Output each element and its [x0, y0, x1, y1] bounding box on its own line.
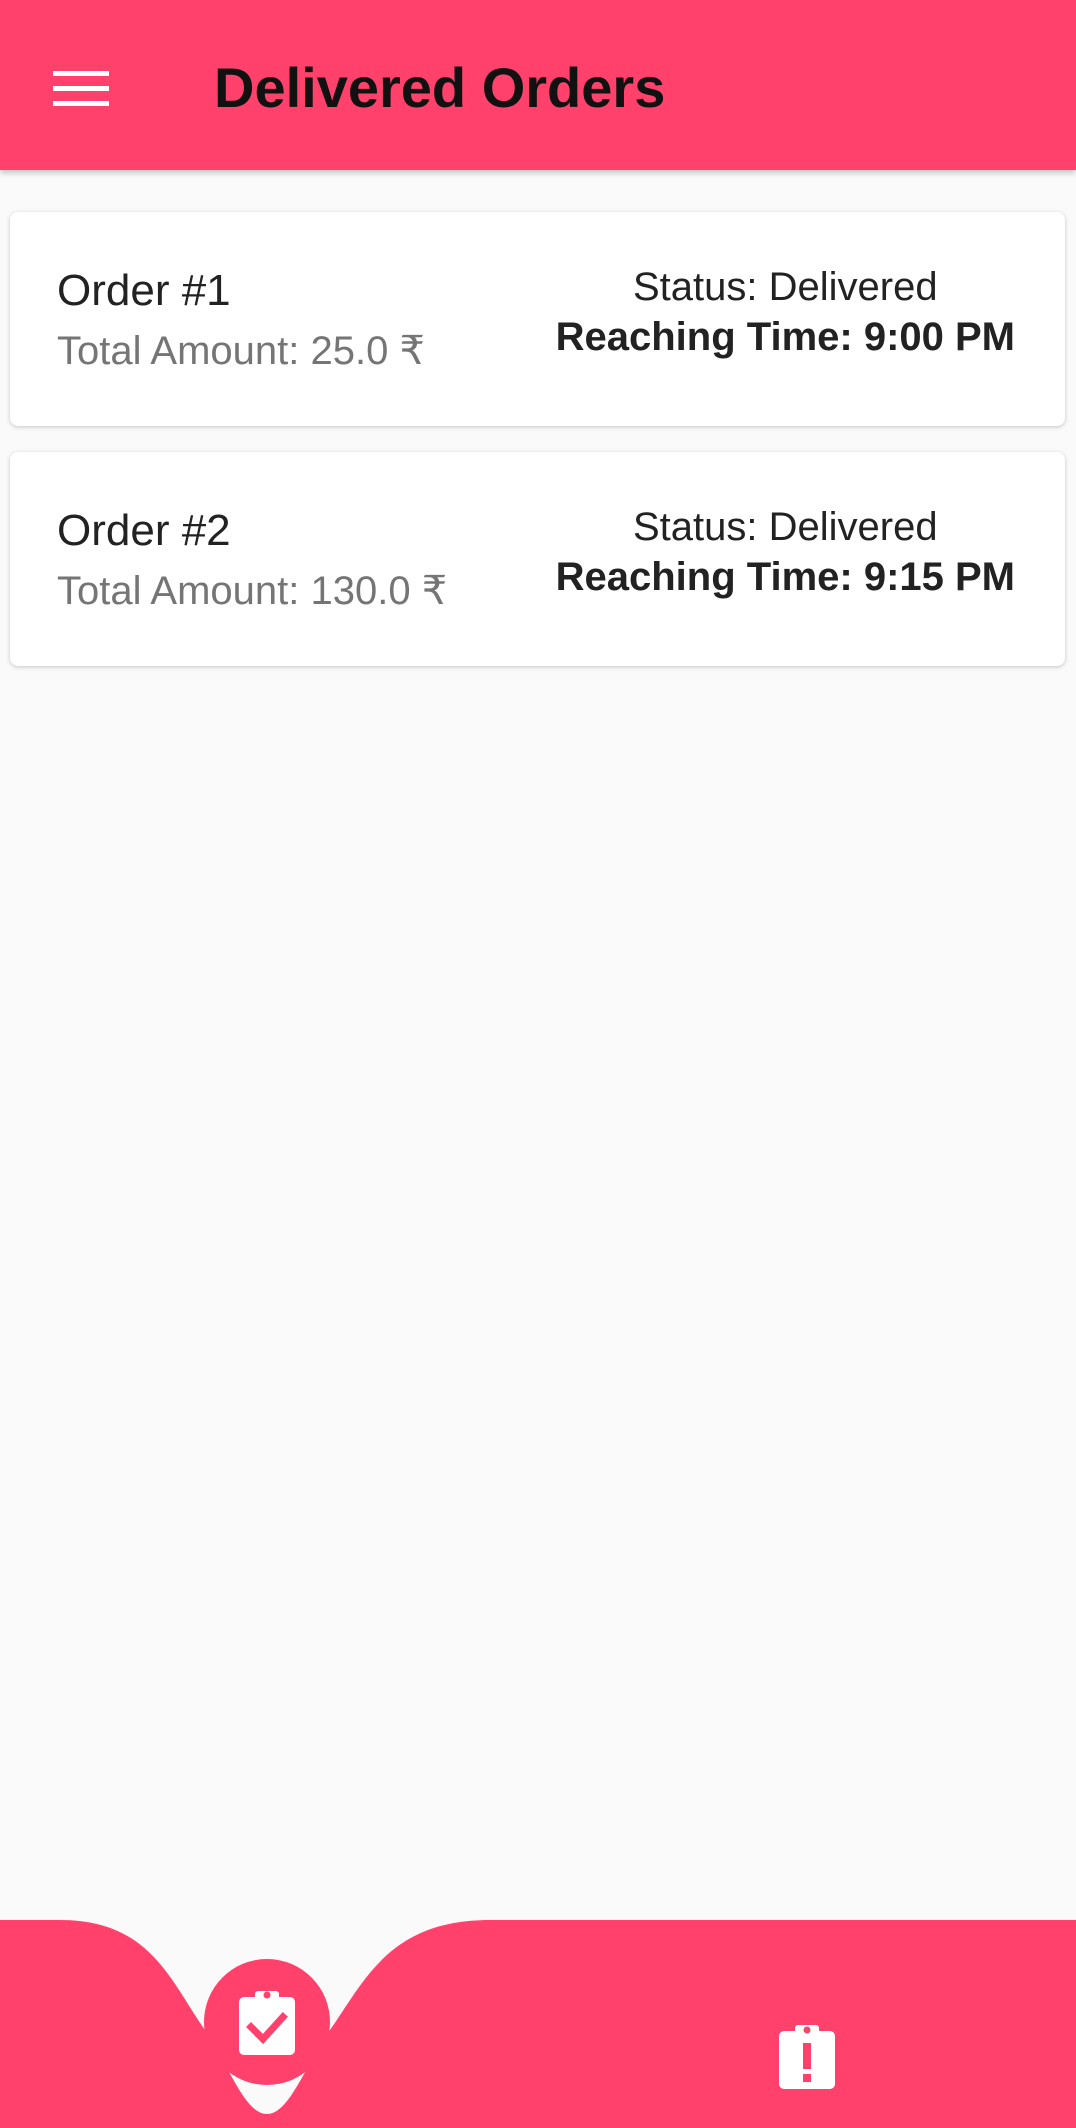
menu-button[interactable] — [36, 44, 126, 134]
order-card[interactable]: Order #2 Total Amount: 130.0 ₹ Status: D… — [10, 452, 1065, 666]
order-summary: Order #2 Total Amount: 130.0 ₹ — [57, 502, 447, 620]
clipboard-check-icon — [239, 1991, 295, 2055]
order-total-amount: Total Amount: 130.0 ₹ — [57, 569, 448, 613]
order-status-block: Status: Delivered Reaching Time: 9:15 PM — [556, 502, 1015, 602]
app-bar: Delivered Orders — [0, 0, 1076, 170]
bottom-navigation-bar — [0, 1920, 1076, 2128]
order-card[interactable]: Order #1 Total Amount: 25.0 ₹ Status: De… — [10, 212, 1065, 426]
order-status: Status: Delivered — [633, 505, 938, 549]
order-status-block: Status: Delivered Reaching Time: 9:00 PM — [556, 262, 1015, 362]
bottom-nav-background — [0, 1920, 1076, 2128]
menu-icon — [53, 71, 109, 106]
order-total-amount: Total Amount: 25.0 ₹ — [57, 329, 425, 373]
order-reaching-time: Reaching Time: 9:00 PM — [555, 315, 1015, 359]
order-reaching-time: Reaching Time: 9:15 PM — [555, 555, 1015, 599]
nav-item-delivered-orders[interactable] — [204, 1959, 330, 2085]
order-summary: Order #1 Total Amount: 25.0 ₹ — [57, 262, 425, 380]
nav-item-pending-orders[interactable] — [762, 2012, 852, 2102]
order-title: Order #2 — [57, 506, 231, 555]
order-title: Order #1 — [57, 266, 231, 315]
order-status: Status: Delivered — [633, 265, 938, 309]
page-title: Delivered Orders — [214, 56, 666, 119]
clipboard-alert-icon — [779, 2025, 835, 2089]
